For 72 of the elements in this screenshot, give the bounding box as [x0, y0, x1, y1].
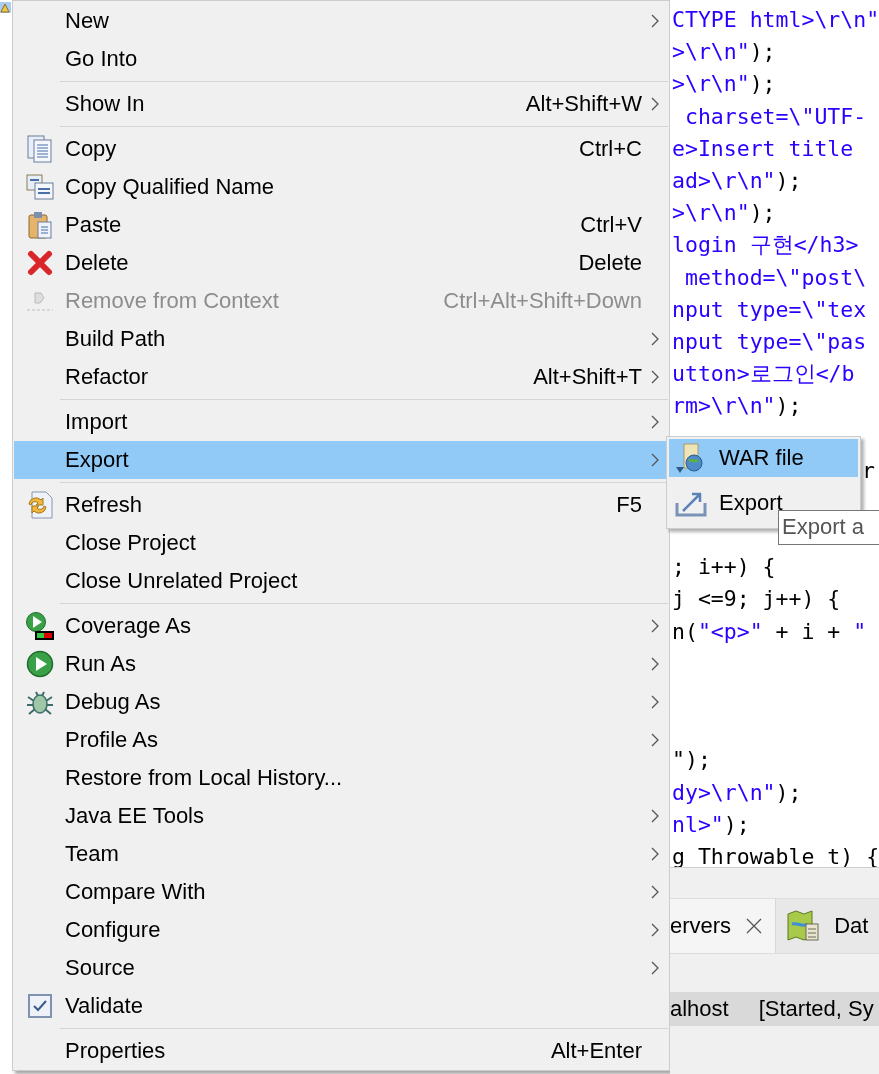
menu-item[interactable]: Team [14, 835, 668, 873]
coverage-icon [25, 611, 55, 641]
menu-item[interactable]: Import [14, 403, 668, 441]
menu-item[interactable]: Refactor Alt+Shift+T [14, 358, 668, 396]
code-line: >\r\n"); [672, 200, 776, 226]
code-line: dy>\r\n"); [672, 779, 802, 805]
menu-item[interactable]: Source [14, 949, 668, 987]
close-icon[interactable] [745, 917, 764, 936]
code-line: >\r\n"); [672, 71, 776, 97]
copy-icon [25, 173, 55, 201]
copy-icon [26, 134, 54, 164]
menu-item[interactable]: Close Project [14, 524, 668, 562]
code-line: login 구현</h3> [672, 232, 859, 258]
code-line: utton>로그인</b [672, 361, 855, 387]
delete-icon [26, 249, 54, 277]
shortcut-text: Alt+Shift+T [533, 364, 642, 390]
menu-item[interactable]: Refresh F5 [14, 486, 668, 524]
menu-item[interactable]: Show In Alt+Shift+W [14, 85, 668, 123]
panel-tab[interactable]: Dat [775, 899, 879, 954]
paste-icon [27, 210, 53, 240]
code-line: "); [672, 747, 711, 773]
server-status: [Started, Sy [758, 996, 874, 1023]
menu-item[interactable]: Paste Ctrl+V [14, 206, 668, 244]
menu-item[interactable]: Coverage As [14, 607, 668, 645]
menu-item[interactable]: Go Into [14, 40, 668, 78]
menu-item[interactable]: Copy Ctrl+C [14, 130, 668, 168]
code-line: j <=9; j++) { [672, 586, 841, 612]
shortcut-text: Ctrl+C [579, 136, 642, 162]
menu-item[interactable]: Restore from Local History... [14, 759, 668, 797]
menu-item[interactable]: Copy Qualified Name [14, 168, 668, 206]
refresh-icon [26, 490, 54, 520]
code-line: >\r\n"); [672, 39, 776, 65]
shortcut-text: Alt+Shift+W [525, 91, 642, 117]
shortcut-text: Ctrl+V [580, 212, 642, 238]
code-line: r [862, 457, 875, 483]
menu-item[interactable]: New [14, 2, 668, 40]
menu-item[interactable]: Export [14, 441, 668, 479]
code-line: ad>\r\n"); [672, 167, 802, 193]
menu-item[interactable]: Configure [14, 911, 668, 949]
tooltip: Export a [778, 510, 879, 545]
menu-item[interactable]: Compare With [14, 873, 668, 911]
server-row[interactable]: alhost [Started, Sy [670, 992, 879, 1027]
code-line: charset=\"UTF- [683, 103, 867, 129]
menu-item[interactable]: Profile As [14, 721, 668, 759]
code-line: nput type=\"tex [672, 296, 867, 322]
map-icon [786, 910, 821, 943]
project-icon [0, 2, 11, 14]
panel-tab[interactable]: ervers [670, 899, 776, 954]
code-line: e>Insert title [672, 135, 854, 161]
menu-item[interactable]: Validate [14, 987, 668, 1025]
shortcut-text: F5 [616, 492, 642, 518]
run-icon [26, 650, 54, 678]
code-line: nl>"); [672, 811, 750, 837]
remove-icon [26, 290, 54, 312]
shortcut-text: Alt+Enter [550, 1038, 642, 1064]
code-line: rm>\r\n"); [672, 393, 802, 419]
code-line: ; i++) { [672, 554, 776, 580]
shortcut-text: Ctrl+Alt+Shift+Down [443, 288, 642, 314]
menu-item[interactable]: Java EE Tools [14, 797, 668, 835]
menu-item[interactable]: Properties Alt+Enter [14, 1032, 668, 1070]
menu-item[interactable]: WAR file [669, 439, 858, 477]
menu-item[interactable]: Close Unrelated Project [14, 562, 668, 600]
menu-item[interactable]: Debug As [14, 683, 668, 721]
menu-item[interactable]: Build Path [14, 320, 668, 358]
server-name: alhost [670, 996, 729, 1023]
code-line: CTYPE html>\r\n" [672, 7, 879, 32]
code-line: method=\"post\ [683, 264, 867, 290]
code-line: n("<p>" + i + " [672, 618, 867, 644]
code-line: nput type=\"pas [672, 328, 867, 354]
menu-item[interactable]: Delete Delete [14, 244, 668, 282]
menu-item[interactable]: Run As [14, 645, 668, 683]
shortcut-text: Delete [578, 250, 642, 276]
